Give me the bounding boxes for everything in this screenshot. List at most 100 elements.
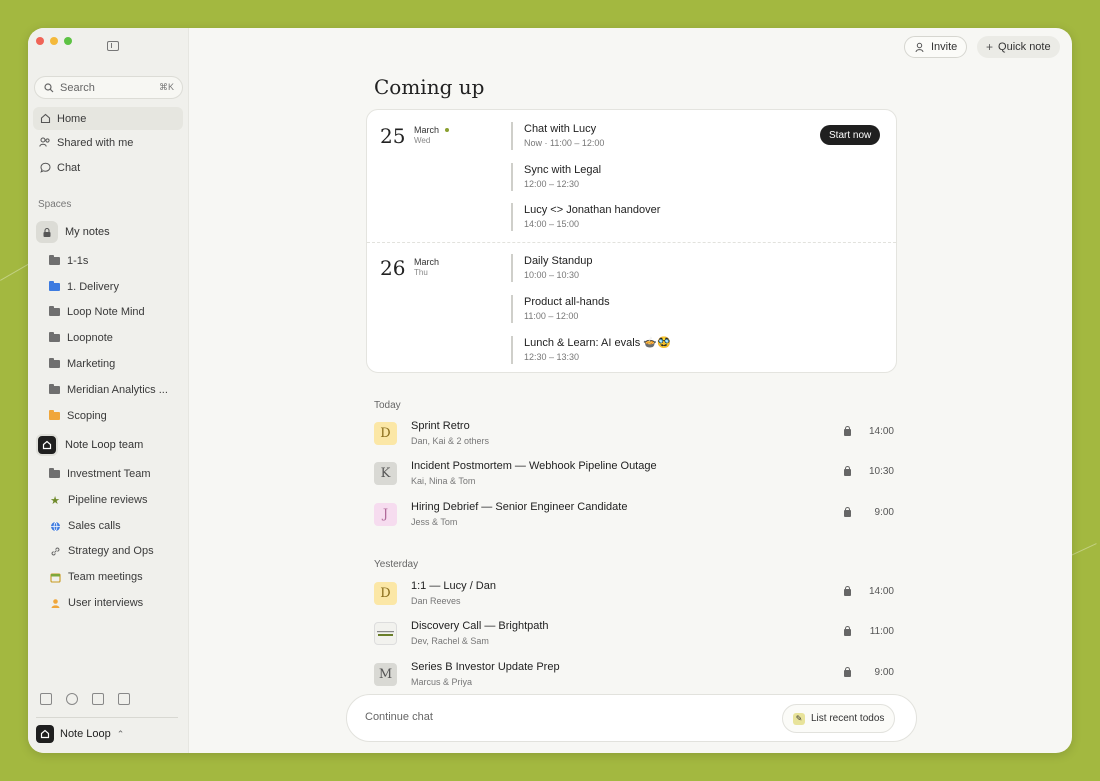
plus-icon: + <box>986 40 994 54</box>
continue-chat-input[interactable]: Continue chat ✎ List recent todos <box>346 694 917 742</box>
window-controls <box>36 37 72 45</box>
star-icon: ★ <box>50 494 60 507</box>
folder-label: Investment Team <box>67 468 151 480</box>
folder-label: Scoping <box>67 410 107 422</box>
folder-icon <box>49 410 60 420</box>
meeting-row[interactable]: M Series B Investor Update Prep Marcus &… <box>374 661 894 691</box>
sidebar-item-label: Chat <box>57 161 81 174</box>
person-icon[interactable] <box>66 693 78 705</box>
meeting-time: 14:00 <box>868 586 894 597</box>
suggestion-label: List recent todos <box>811 713 885 724</box>
folder-icon <box>49 255 60 265</box>
compose-icon[interactable] <box>40 693 52 705</box>
list-recent-todos-button[interactable]: ✎ List recent todos <box>782 704 896 733</box>
space-team[interactable]: Note Loop team <box>36 433 143 457</box>
people-icon <box>39 137 51 149</box>
calendar-event[interactable]: Chat with Lucy Now · 11:00 – 12:00 <box>511 122 604 150</box>
lock-icon <box>844 586 851 596</box>
workspace-logo-icon <box>36 725 54 743</box>
calendar-event[interactable]: Sync with Legal 12:00 – 12:30 <box>511 163 601 191</box>
calendar-event[interactable]: Daily Standup 10:00 – 10:30 <box>511 254 593 282</box>
today-heading: Today <box>374 400 401 411</box>
folder-item[interactable]: ★ Pipeline reviews <box>49 490 147 510</box>
calendar-event[interactable]: Lucy <> Jonathan handover 14:00 – 15:00 <box>511 203 660 231</box>
building-icon[interactable] <box>92 693 104 705</box>
folder-item[interactable]: Loop Note Mind <box>49 302 145 322</box>
event-title: Product all-hands <box>524 296 610 308</box>
sidebar-item-home[interactable]: Home <box>33 107 183 130</box>
folder-label: Team meetings <box>68 571 143 583</box>
folder-label: Loop Note Mind <box>67 306 145 318</box>
meeting-participants: Dev, Rachel & Sam <box>411 636 489 646</box>
folder-item[interactable]: User interviews <box>49 593 143 613</box>
meeting-row[interactable]: D 1:1 — Lucy / Dan Dan Reeves 14:00 <box>374 580 894 610</box>
day-month: March <box>414 257 440 267</box>
lock-icon <box>844 507 851 517</box>
folder-icon <box>49 384 60 394</box>
quick-note-button[interactable]: + Quick note <box>977 36 1060 58</box>
folder-icon <box>49 358 60 368</box>
folder-item[interactable]: Investment Team <box>49 464 151 484</box>
folder-label: Sales calls <box>68 520 121 532</box>
lock-icon <box>36 221 58 243</box>
today-dot-icon <box>445 128 449 132</box>
folder-item[interactable]: Strategy and Ops <box>49 541 154 561</box>
pencil-icon: ✎ <box>793 712 805 725</box>
meeting-participants: Jess & Tom <box>411 517 458 527</box>
folder-item[interactable]: 1-1s <box>49 251 88 271</box>
folder-icon <box>49 468 60 478</box>
close-window-button[interactable] <box>36 37 44 45</box>
folder-item[interactable]: Marketing <box>49 354 115 374</box>
meeting-time: 11:00 <box>869 626 894 637</box>
event-time: 14:00 – 15:00 <box>524 219 580 229</box>
meeting-title: Series B Investor Update Prep <box>411 661 560 673</box>
start-now-button[interactable]: Start now <box>820 125 881 145</box>
workspace-switcher[interactable]: Note Loop ⌃ <box>36 725 124 743</box>
folder-item[interactable]: Sales calls <box>49 516 121 536</box>
sidebar-item-shared[interactable]: Shared with me <box>33 131 183 154</box>
event-time: 12:30 – 13:30 <box>524 352 580 362</box>
event-title: Chat with Lucy <box>524 123 597 135</box>
folder-item[interactable]: Team meetings <box>49 567 143 587</box>
avatar: D <box>374 422 397 445</box>
meeting-row[interactable]: D Sprint Retro Dan, Kai & 2 others 14:00 <box>374 420 894 450</box>
yesterday-heading: Yesterday <box>374 559 419 570</box>
lock-icon <box>844 667 851 677</box>
meeting-row[interactable]: J Hiring Debrief — Senior Engineer Candi… <box>374 501 894 531</box>
invite-button[interactable]: Invite <box>904 36 968 58</box>
divider <box>36 717 178 718</box>
trash-icon[interactable] <box>118 693 130 705</box>
sidebar-item-label: Home <box>57 112 87 125</box>
folder-item[interactable]: Scoping <box>49 406 107 426</box>
add-person-icon <box>914 41 926 53</box>
meeting-title: Discovery Call — Brightpath <box>411 620 549 632</box>
meeting-row[interactable]: K Incident Postmortem — Webhook Pipeline… <box>374 460 894 490</box>
sidebar-item-chat[interactable]: Chat <box>33 156 183 179</box>
invite-label: Invite <box>931 41 958 53</box>
calendar-event[interactable]: Lunch & Learn: AI evals 🍲🥸 12:30 – 13:30 <box>511 336 671 364</box>
divider <box>367 242 896 243</box>
sidebar: Search ⌘K Home Shared with me Chat Space… <box>28 28 189 753</box>
meeting-time: 10:30 <box>868 466 894 477</box>
sidebar-toggle-icon[interactable] <box>107 41 119 51</box>
spaces-heading: Spaces <box>38 199 72 210</box>
folder-label: Loopnote <box>67 332 113 344</box>
folder-item[interactable]: 1. Delivery <box>49 277 119 297</box>
meeting-row[interactable]: Discovery Call — Brightpath Dev, Rachel … <box>374 620 894 650</box>
day-number: 25 <box>380 124 406 148</box>
event-title: Daily Standup <box>524 255 593 267</box>
day-number: 26 <box>380 256 406 280</box>
folder-item[interactable]: Loopnote <box>49 328 113 348</box>
meeting-time: 9:00 <box>874 507 894 518</box>
minimize-window-button[interactable] <box>50 37 58 45</box>
maximize-window-button[interactable] <box>64 37 72 45</box>
upcoming-calendar-card: 25 March Wed Chat with Lucy Now · 11:00 … <box>366 109 897 373</box>
avatar: D <box>374 582 397 605</box>
app-window: Search ⌘K Home Shared with me Chat Space… <box>28 28 1072 753</box>
search-input[interactable]: Search ⌘K <box>34 76 183 99</box>
lock-icon <box>844 626 851 636</box>
sidebar-item-label: Shared with me <box>57 136 134 149</box>
calendar-event[interactable]: Product all-hands 11:00 – 12:00 <box>511 295 610 323</box>
folder-item[interactable]: Meridian Analytics ... <box>49 380 168 400</box>
space-my-notes[interactable]: My notes <box>36 220 110 244</box>
